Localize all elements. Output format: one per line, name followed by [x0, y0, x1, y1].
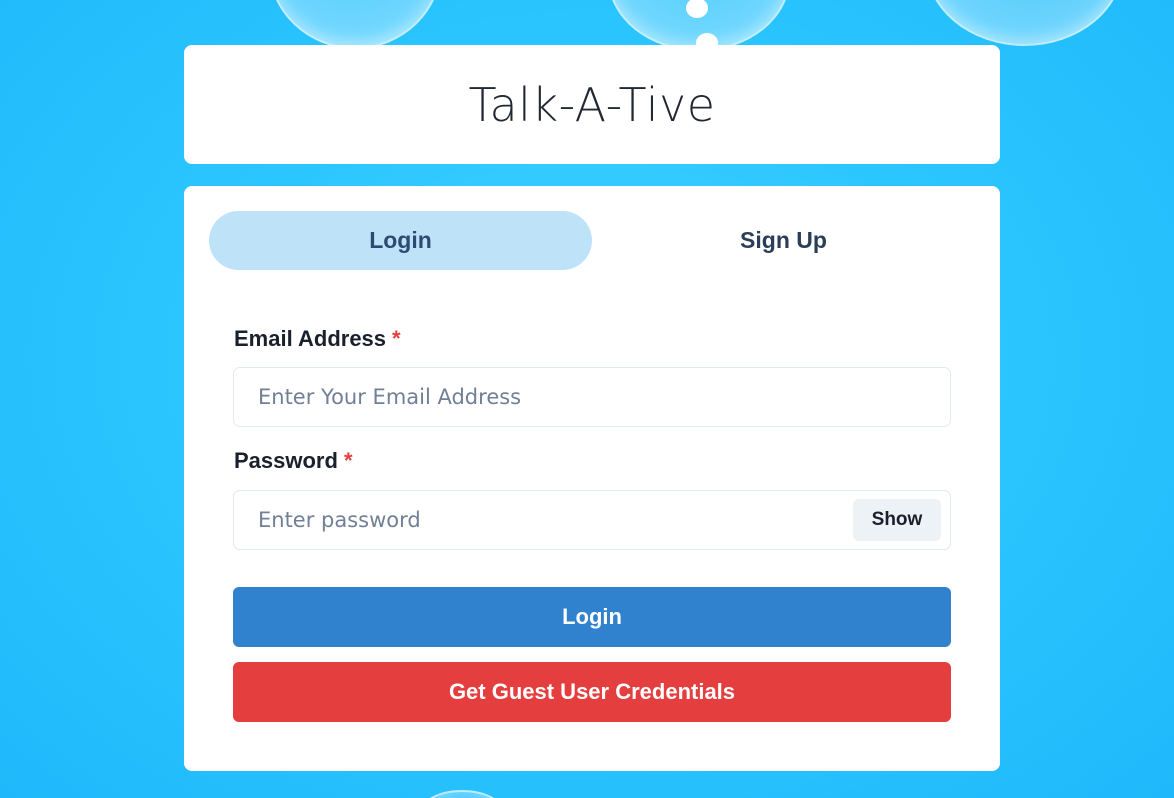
email-label-text: Email Address	[234, 326, 387, 351]
password-label-text: Password	[234, 448, 338, 473]
required-mark: *	[343, 448, 353, 473]
password-input[interactable]	[234, 491, 844, 549]
app-title: Talk-A-Tive	[468, 77, 716, 132]
guest-credentials-button[interactable]: Get Guest User Credentials	[233, 662, 951, 722]
show-password-button[interactable]: Show	[853, 499, 941, 541]
background-bubble	[925, 0, 1124, 46]
email-input[interactable]	[234, 368, 950, 426]
background-bubble	[268, 0, 442, 49]
app-header-card: Talk-A-Tive	[184, 45, 1000, 164]
required-mark: *	[392, 326, 401, 351]
tab-sign-up[interactable]: Sign Up	[592, 211, 975, 270]
email-label: Email Address *	[234, 326, 401, 352]
email-field-wrapper	[233, 367, 951, 427]
login-button[interactable]: Login	[233, 587, 951, 647]
password-field-wrapper: Show	[233, 490, 951, 550]
background-bubble	[420, 790, 504, 798]
tab-login[interactable]: Login	[209, 211, 592, 270]
auth-tabs: Login Sign Up	[209, 211, 975, 270]
auth-card: Login Sign Up Email Address* Password* S…	[184, 186, 1000, 771]
password-label: Password *	[234, 448, 353, 474]
